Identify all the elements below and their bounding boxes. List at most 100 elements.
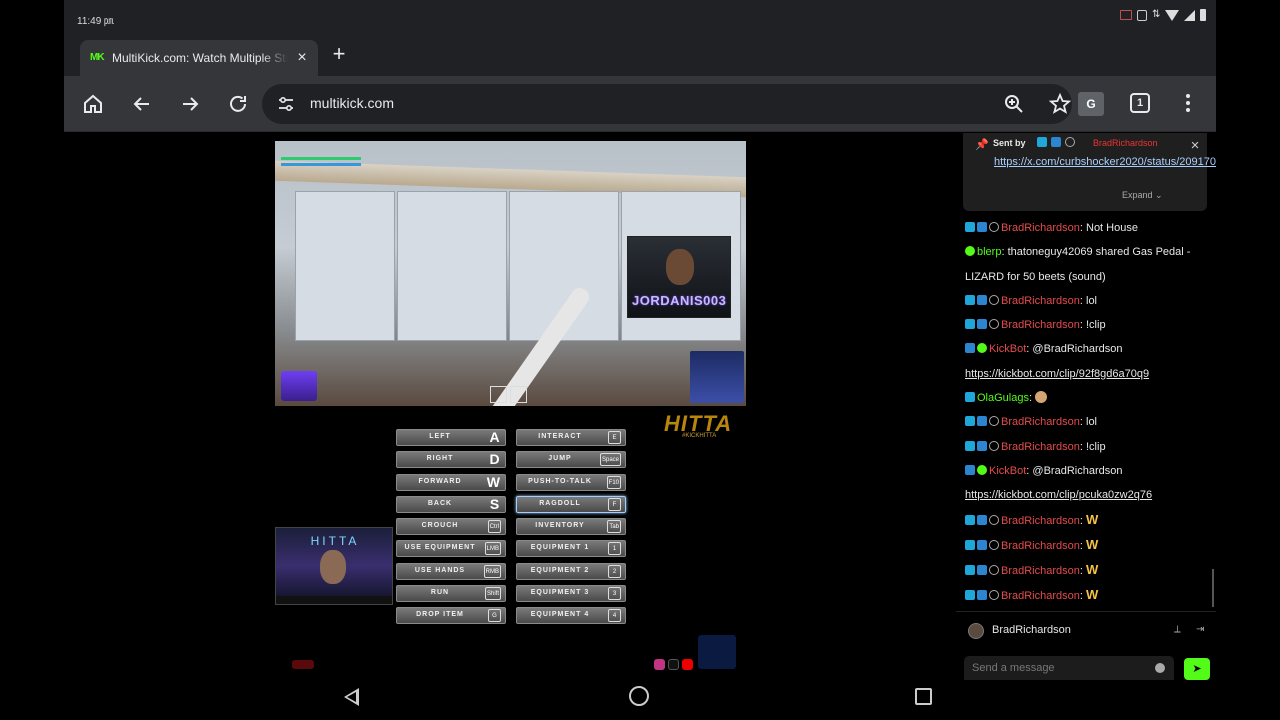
tab-multikick[interactable]: MK MultiKick.com: Watch Multiple Streams… (80, 40, 318, 76)
control-action-label: USE HANDS (414, 566, 466, 574)
chat-identity-username[interactable]: BradRichardson (992, 624, 1071, 636)
chat-scrollbar[interactable] (1212, 569, 1214, 607)
stream-player-secondary[interactable]: HITTA (275, 527, 393, 605)
keycap: RMB (483, 564, 501, 578)
tab-title: MultiKick.com: Watch Multiple Streams (112, 51, 288, 65)
control-action-label: PUSH-TO-TALK (528, 477, 592, 485)
stream-player-main[interactable]: JORDANIS003 (275, 141, 746, 406)
control-key-left: USE EQUIPMENT LMB (396, 540, 506, 558)
forward-arrow-icon[interactable] (178, 92, 202, 116)
vibrate-icon (1137, 9, 1147, 21)
chat-username[interactable]: BradRichardson (1001, 515, 1080, 527)
control-row: FORWARD W PUSH-TO-TALK F10 (396, 472, 628, 494)
chat-message: BradRichardson: lol (965, 289, 1211, 313)
zoom-icon[interactable] (1002, 92, 1026, 116)
overflow-menu-icon[interactable] (1184, 94, 1192, 114)
control-row: USE HANDS RMB EQUIPMENT 2 2 (396, 561, 628, 583)
usa-badge-icon (698, 635, 736, 669)
nav-back-icon[interactable] (344, 688, 359, 706)
control-action-label: JUMP (548, 455, 572, 463)
exit-chat-icon[interactable]: ⇥ (1196, 624, 1204, 635)
tab-strip: MK MultiKick.com: Watch Multiple Streams… (64, 34, 1216, 76)
keycap: E (608, 431, 621, 444)
control-action-label: LEFT (429, 433, 451, 440)
chat-username[interactable]: BradRichardson (1001, 565, 1080, 577)
chat-username[interactable]: KickBot (989, 343, 1026, 355)
og-badge-icon (989, 440, 999, 451)
logo-subtext: #KICKHITTA (682, 433, 717, 439)
chat-message: BradRichardson: W (965, 533, 1211, 558)
subscriber-badge-icon (1037, 137, 1047, 147)
chat-username[interactable]: BradRichardson (1001, 441, 1080, 453)
keycap: Space (599, 453, 621, 467)
translate-icon[interactable]: G (1078, 92, 1104, 116)
home-icon[interactable] (81, 92, 105, 116)
w-emote-icon: W (1086, 511, 1099, 527)
control-action-label: BACK (427, 499, 453, 507)
chat-message-input[interactable] (964, 656, 1174, 680)
chat-username[interactable]: BradRichardson (1001, 540, 1080, 552)
control-action-label: RIGHT (426, 455, 454, 463)
nav-home-icon[interactable] (629, 686, 649, 706)
data-transfer-icon: ⇅ (1152, 9, 1161, 20)
keycap: D (489, 451, 500, 468)
chat-username[interactable]: BradRichardson (1001, 590, 1080, 602)
bookmark-star-icon[interactable] (1048, 92, 1072, 116)
w-emote-icon: W (1086, 562, 1099, 578)
send-button[interactable]: ➤ (1184, 658, 1210, 680)
og-badge-icon (1065, 137, 1075, 147)
browser-toolbar: multikick.com G 1 (64, 76, 1216, 132)
control-row: LEFT A INTERACT E (396, 427, 628, 449)
control-key-left: CROUCH Ctrl (396, 518, 506, 536)
address-bar[interactable]: multikick.com (262, 84, 1072, 124)
chat-message: KickBot: @BradRichardson (965, 459, 1211, 483)
control-action-label: FORWARD (418, 477, 462, 485)
og-badge-icon (989, 590, 999, 601)
emoji-icon[interactable] (1155, 663, 1165, 673)
pinned-expand-button[interactable]: Expand ⌄ (1122, 190, 1163, 201)
cast-icon (1120, 10, 1132, 20)
url-text[interactable]: multikick.com (310, 95, 394, 111)
og-badge-icon (989, 222, 999, 232)
chat-username[interactable]: KickBot (989, 465, 1026, 477)
nav-recents-icon[interactable] (915, 688, 932, 705)
chat-link[interactable]: https://kickbot.com/clip/92f8gd6a70q9 (965, 368, 1149, 380)
pinned-badges (1037, 137, 1077, 147)
chat-username[interactable]: BradRichardson (1001, 222, 1080, 234)
pinned-username[interactable]: BradRichardson (1093, 138, 1158, 148)
chat-username[interactable]: BradRichardson (1001, 416, 1080, 428)
subscriber-badge-icon (965, 392, 975, 403)
founder-badge-icon (977, 539, 987, 550)
tab-switcher-button[interactable]: 1 (1130, 93, 1150, 113)
follower-badge (281, 371, 317, 401)
close-icon[interactable]: × (292, 48, 312, 68)
founder-badge-icon (965, 343, 975, 354)
keycap: LMB (484, 542, 501, 556)
control-key-left: DROP ITEM G (396, 607, 506, 625)
site-settings-icon[interactable] (276, 94, 296, 114)
game-stamina-bar (281, 163, 361, 166)
chat-username[interactable]: BradRichardson (1001, 295, 1080, 307)
new-tab-button[interactable]: + (328, 43, 350, 66)
chat-text: @BradRichardson (1032, 464, 1123, 477)
keycap: W (486, 473, 500, 490)
close-icon[interactable]: × (1188, 138, 1202, 153)
control-action-label: EQUIPMENT 4 (530, 611, 590, 619)
reload-icon[interactable] (226, 92, 250, 116)
chat-link[interactable]: https://kickbot.com/clip/pcuka0zw2q76 (965, 489, 1152, 501)
streamer-face (666, 249, 694, 285)
chat-username[interactable]: OlaGulags (977, 392, 1029, 404)
translate-chat-icon[interactable]: ⟂ (1174, 624, 1181, 635)
founder-badge-icon (977, 565, 987, 576)
control-key-right: EQUIPMENT 4 4 (516, 607, 626, 625)
chat-username[interactable]: blerp (977, 246, 1001, 258)
control-key-left: FORWARD W (396, 473, 506, 491)
founder-badge-icon (965, 464, 975, 475)
overlay-tag (292, 660, 314, 669)
control-key-right: INTERACT E (516, 429, 626, 446)
back-arrow-icon[interactable] (130, 92, 154, 116)
inventory-slots (490, 386, 530, 406)
pinned-link[interactable]: https://x.com/curbshocker2020/status/209… (994, 154, 1216, 170)
chat-username[interactable]: BradRichardson (1001, 319, 1080, 331)
signal-icon (1184, 9, 1195, 21)
